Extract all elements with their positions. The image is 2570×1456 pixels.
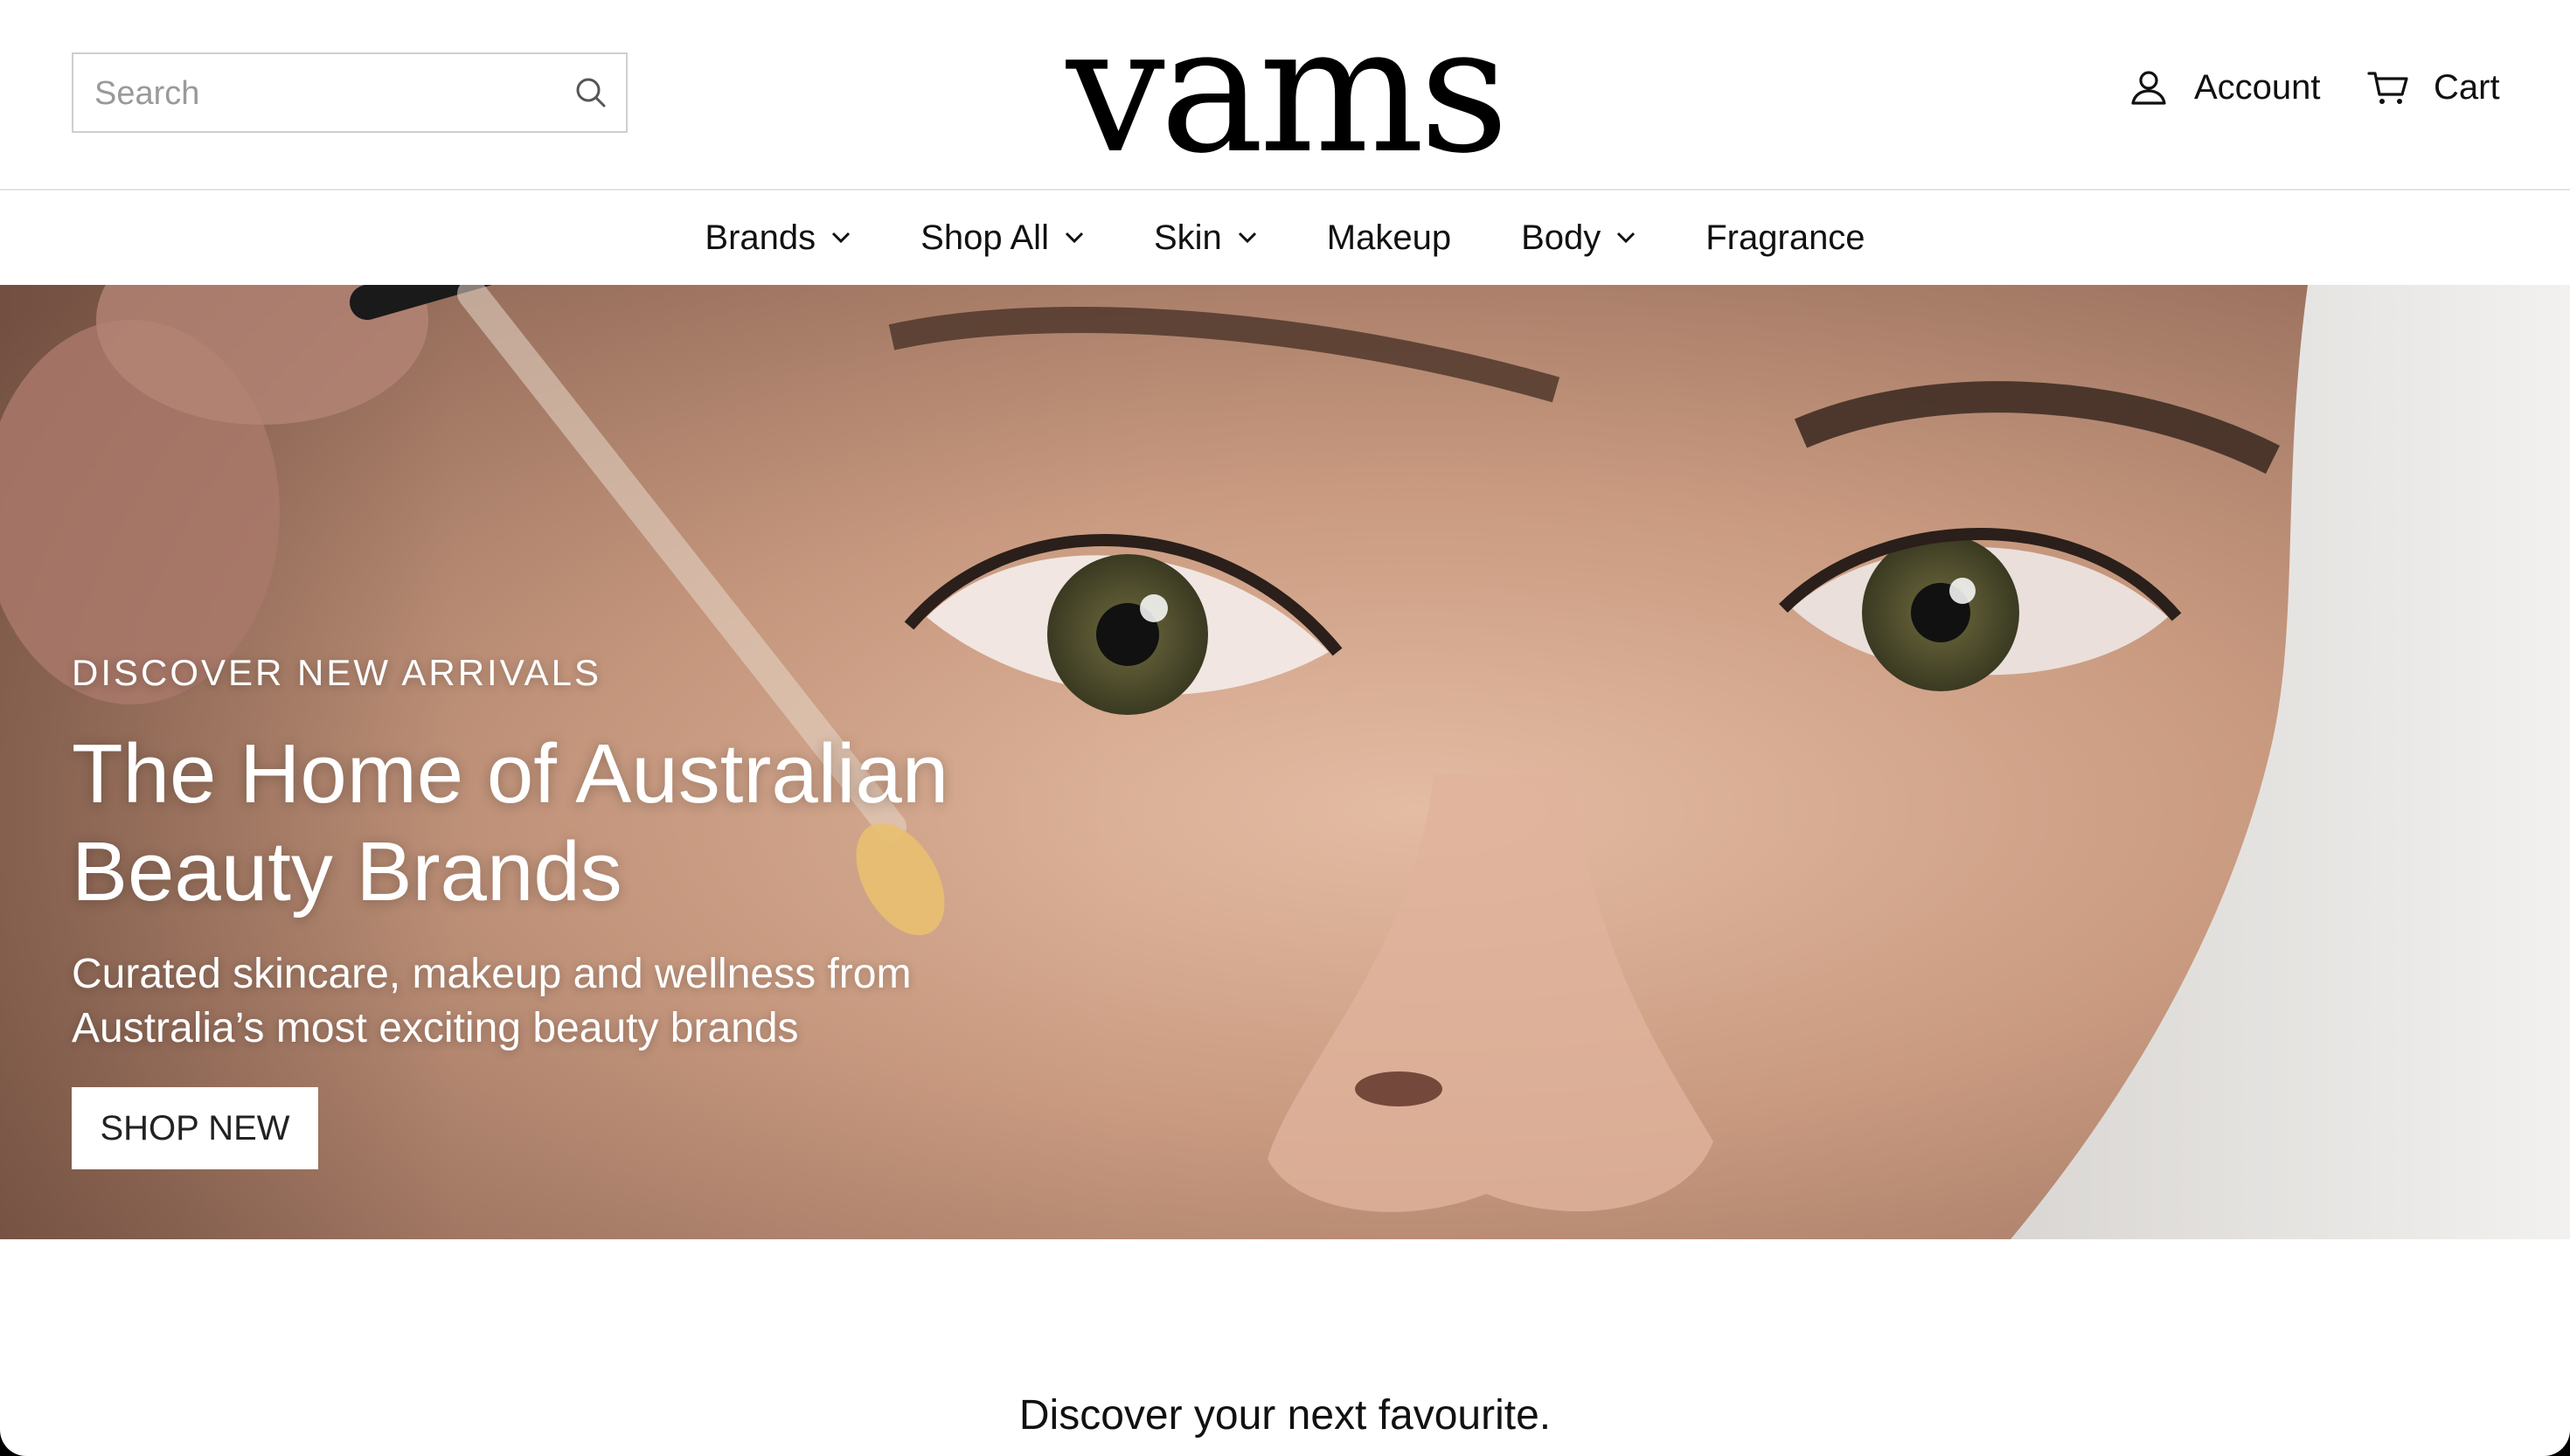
page: vams Account Cart (0, 0, 2570, 1456)
account-link[interactable]: Account (2128, 61, 2321, 114)
hero-subtitle-line-1: Curated skincare, makeup and wellness fr… (72, 951, 912, 997)
nav-item-label: Makeup (1326, 218, 1452, 257)
section-heading: Discover your next favourite. (1018, 1392, 1552, 1439)
svg-text:vams: vams (1066, 12, 1504, 170)
hero-subtitle-line-2: Australia’s most exciting beauty brands (72, 1005, 799, 1051)
nav-item-fragrance[interactable]: Fragrance (1705, 218, 1865, 258)
hero-title-line-1: The Home of Australian (72, 727, 949, 821)
account-label: Account (2194, 67, 2321, 107)
chevron-down-icon (1065, 232, 1084, 244)
hero-subtitle: Curated skincare, makeup and wellness fr… (72, 947, 998, 1056)
search-icon[interactable] (572, 73, 610, 112)
shop-new-button[interactable]: SHOP NEW (72, 1087, 318, 1169)
search-input[interactable] (93, 54, 551, 133)
site-logo[interactable]: vams (1031, 0, 1539, 192)
search-box (72, 52, 628, 133)
chevron-down-icon (832, 232, 851, 244)
site-header: vams Account Cart (0, 0, 2570, 192)
cart-icon (2367, 66, 2409, 108)
chevron-down-icon (1238, 232, 1256, 244)
main-nav: Brands Shop All Skin Makeup Body Fragran… (0, 191, 2570, 285)
nav-item-label: Brands (705, 218, 816, 257)
nav-item-skin[interactable]: Skin (1154, 218, 1257, 258)
user-icon (2128, 66, 2170, 108)
hero-banner: DISCOVER NEW ARRIVALS The Home of Austra… (0, 285, 2570, 1239)
nav-item-body[interactable]: Body (1521, 218, 1636, 258)
cart-label: Cart (2434, 67, 2500, 107)
nav-item-brands[interactable]: Brands (705, 218, 851, 258)
cart-link[interactable]: Cart (2367, 61, 2500, 114)
nav-item-label: Shop All (920, 218, 1049, 257)
chevron-down-icon (1617, 232, 1636, 244)
nav-item-label: Body (1521, 218, 1601, 257)
hero-eyebrow: DISCOVER NEW ARRIVALS (72, 652, 602, 693)
nav-item-makeup[interactable]: Makeup (1327, 218, 1451, 258)
nav-item-shop-all[interactable]: Shop All (920, 218, 1084, 258)
hero-title: The Home of Australian Beauty Brands (72, 725, 1033, 921)
nav-item-label: Fragrance (1705, 218, 1865, 257)
hero-title-line-2: Beauty Brands (72, 825, 622, 919)
nav-item-label: Skin (1153, 218, 1222, 257)
